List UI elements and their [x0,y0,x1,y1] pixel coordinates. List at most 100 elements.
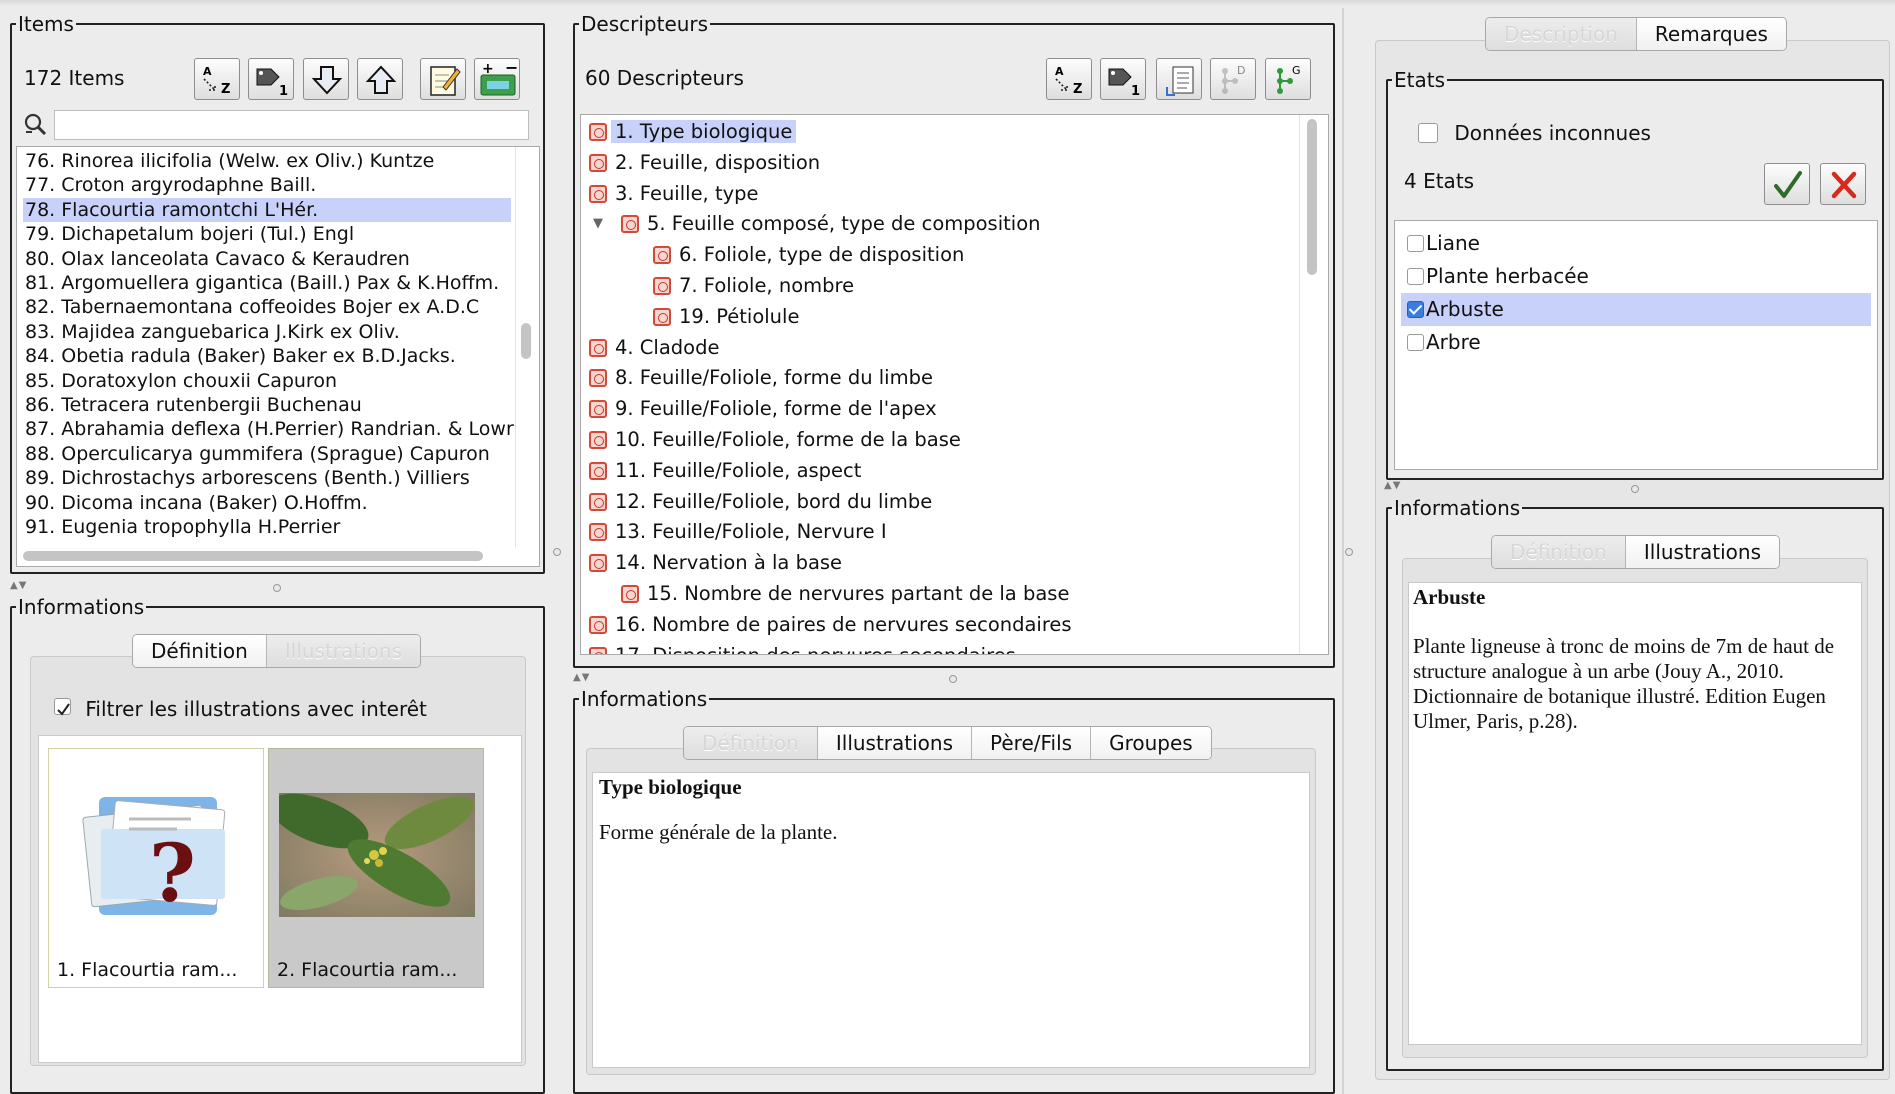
descriptors-tree[interactable]: 1. Type biologique 2. Feuille, dispositio… [580,114,1329,655]
tab-illustrations[interactable]: Illustrations [1625,536,1780,568]
filter-checkbox-row[interactable]: Filtrer les illustrations avec interêt [54,697,427,721]
tab-illustrations[interactable]: Illustrations [817,727,973,759]
items-list[interactable]: 76. Rinorea ilicifolia (Welw. ex Oliv.) … [16,146,540,567]
list-item[interactable]: 85. Doratoxylon chouxii Capuron [25,369,337,393]
descriptors-vertical-scrollbar[interactable] [1307,119,1317,275]
tab-remarques[interactable]: Remarques [1636,18,1786,50]
state-item[interactable]: Liane [1401,227,1871,260]
categorical-descriptor-icon [589,400,607,419]
tab-pere-fils[interactable]: Père/Fils [972,727,1092,759]
list-item[interactable]: 81. Argomuellera gigantica (Baill.) Pax … [25,271,499,295]
items-vertical-scrollbar[interactable] [521,323,531,359]
edit-button[interactable] [420,58,466,100]
arrow-down-button[interactable] [303,58,349,100]
split-arrows-icon[interactable]: ▲▼ [1384,480,1401,491]
descriptors-splitter-handle[interactable] [949,675,957,683]
list-item[interactable]: 86. Tetracera rutenbergii Buchenau [25,393,362,417]
tree-item[interactable]: 7. Foliole, nombre [653,271,854,302]
sort-az-button[interactable]: AZ [194,58,240,100]
tab-definition[interactable]: Définition [133,635,267,667]
filter-checkbox[interactable] [54,698,71,716]
split-arrows-icon[interactable]: ▲▼ [573,672,590,683]
tree-item[interactable]: 16. Nombre de paires de nervures seconda… [589,610,1072,641]
left-vertical-splitter-handle[interactable] [553,548,561,556]
thumbnail-1[interactable]: ? 1. Flacourtia ram... [48,748,264,988]
list-item[interactable]: 88. Operculicarya gummifera (Sprague) Ca… [25,442,490,466]
tree-item[interactable]: 15. Nombre de nervures partant de la bas… [621,579,1069,610]
tree-item[interactable]: 8. Feuille/Foliole, forme du limbe [589,363,933,394]
items-search-input[interactable] [54,110,529,140]
list-item[interactable]: 79. Dichapetalum bojeri (Tul.) Engl [25,222,354,246]
tree-item[interactable]: 6. Foliole, type de disposition [653,240,964,271]
state-item[interactable]: Plante herbacée [1401,260,1871,293]
tab-description[interactable]: Description [1486,18,1637,50]
sort-number-button[interactable]: 1 [1100,58,1146,100]
list-item[interactable]: 87. Abrahamia deflexa (H.Perrier) Randri… [25,417,514,441]
right-panel-border [1342,8,1344,1094]
items-splitter-handle[interactable] [273,584,281,592]
tree-item-label: 15. Nombre de nervures partant de la bas… [647,582,1070,605]
states-legend: Etats [1394,68,1445,92]
tree-item[interactable]: 17. Disposition des nervures secondaires [589,641,1016,654]
arrow-up-button[interactable] [357,58,403,100]
list-item[interactable]: 89. Dichrostachys arborescens (Benth.) V… [25,466,470,490]
list-item[interactable]: 90. Dicoma incana (Baker) O.Hoffm. [25,491,368,515]
items-info-legend: Informations [18,595,145,619]
sort-az-button[interactable]: AZ [1046,58,1092,100]
states-splitter-handle[interactable] [1631,485,1639,493]
window-top-border [0,0,1895,6]
list-item[interactable]: 84. Obetia radula (Baker) Baker ex B.D.J… [25,344,456,368]
tree-item[interactable]: 9. Feuille/Foliole, forme de l'apex [589,394,937,425]
document-list-button[interactable] [1156,58,1202,100]
list-item[interactable]: 83. Majidea zanguebarica J.Kirk ex Oliv. [25,320,400,344]
search-icon [22,112,48,138]
tree-expander-icon[interactable]: ▼ [593,209,603,240]
tab-definition[interactable]: Définition [1492,536,1626,568]
svg-text:−: − [505,59,518,77]
categorical-descriptor-icon [589,123,607,141]
tree-d-button[interactable]: D [1210,58,1256,100]
state-item[interactable]: Arbre [1401,326,1871,359]
state-checkbox[interactable] [1407,334,1424,351]
list-item[interactable]: 76. Rinorea ilicifolia (Welw. ex Oliv.) … [25,149,434,173]
tree-item[interactable]: 10. Feuille/Foliole, forme de la base [589,425,961,456]
tab-definition[interactable]: Définition [684,727,818,759]
unknown-data-checkbox[interactable] [1418,123,1438,143]
tree-item[interactable]: 14. Nervation à la base [589,548,842,579]
cancel-button[interactable] [1820,163,1866,205]
tree-item[interactable]: ▼ 5. Feuille composé, type de composition [593,209,1041,240]
validate-button[interactable] [1764,163,1810,205]
tree-item[interactable]: 4. Cladode [589,333,719,364]
tree-g-button[interactable]: G [1265,58,1311,100]
tree-item[interactable]: 3. Feuille, type [589,179,759,210]
thumbnail-2[interactable]: 2. Flacourtia ram... [268,748,484,988]
tree-item-label: 16. Nombre de paires de nervures seconda… [615,612,1072,636]
list-item[interactable]: 91. Eugenia tropophylla H.Perrier [25,515,340,539]
tree-item[interactable]: 1. Type biologique [589,117,797,148]
tab-illustrations[interactable]: Illustrations [266,635,421,667]
split-arrows-icon[interactable]: ▲▼ [10,580,27,591]
state-checkbox[interactable] [1407,268,1424,285]
categorical-descriptor-icon [589,615,607,634]
sort-number-button[interactable]: 1 [248,58,294,100]
state-checkbox[interactable] [1407,301,1424,318]
list-item[interactable]: 78. Flacourtia ramontchi L'Hér. [23,197,511,223]
tree-item[interactable]: 11. Feuille/Foliole, aspect [589,456,861,487]
right-vertical-splitter-handle[interactable] [1345,548,1353,556]
list-item[interactable]: 82. Tabernaemontana coffeoides Bojer ex … [25,295,479,319]
add-remove-button[interactable]: + − [474,58,520,100]
items-horizontal-scrollbar[interactable] [23,551,483,561]
state-checkbox[interactable] [1407,235,1424,252]
unknown-data-row[interactable]: Données inconnues [1418,121,1651,145]
list-item[interactable]: 77. Croton argyrodaphne Baill. [25,173,316,197]
tab-groupes[interactable]: Groupes [1091,727,1211,759]
state-item[interactable]: Arbuste [1401,293,1871,326]
states-list[interactable]: Liane Plante herbacée Arbuste Arbre [1394,220,1878,470]
list-item[interactable]: 80. Olax lanceolata Cavaco & Keraudren [25,247,410,271]
tree-item[interactable]: 2. Feuille, disposition [589,148,820,179]
sort-az-icon: AZ [1055,65,1082,97]
tree-item[interactable]: 19. Pétiolule [653,302,799,333]
svg-text:G: G [1292,64,1301,77]
tree-item[interactable]: 13. Feuille/Foliole, Nervure I [589,517,887,548]
tree-item[interactable]: 12. Feuille/Foliole, bord du limbe [589,487,932,518]
